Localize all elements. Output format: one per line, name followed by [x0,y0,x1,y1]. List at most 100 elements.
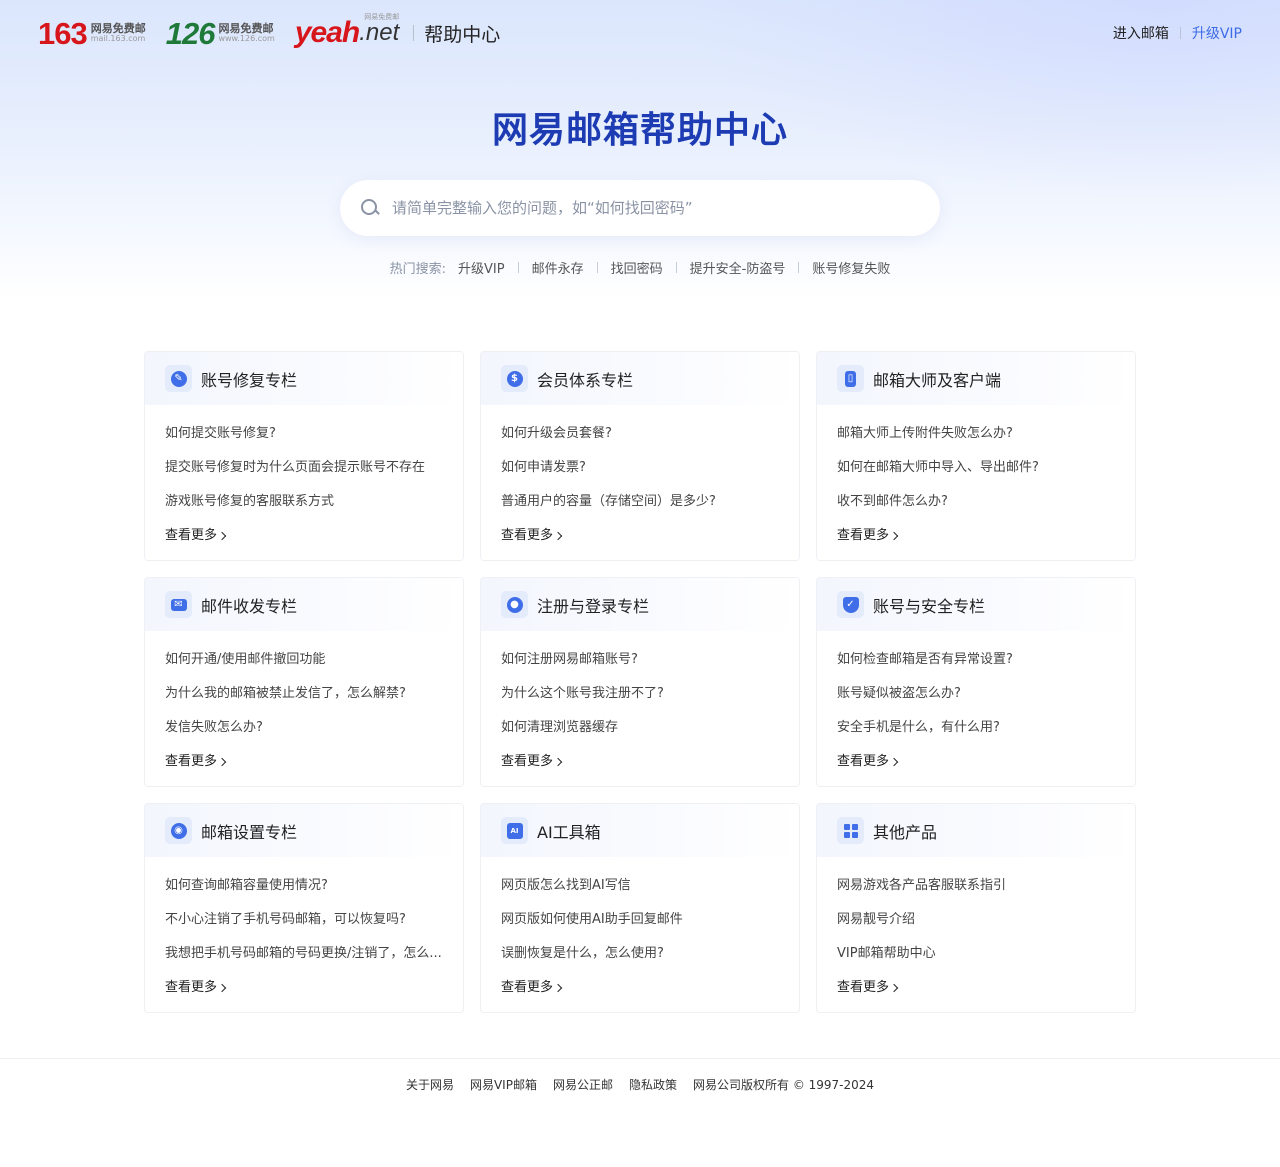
faq-link[interactable]: 如何查询邮箱容量使用情况? [165,869,443,903]
faq-link[interactable]: 网易靓号介绍 [837,903,1115,937]
hot-search-item[interactable]: 邮件永存 [532,258,584,277]
logo-yeah-net[interactable]: yeah .net 网易免费邮 [295,13,399,50]
wrench-icon: ✎ [165,365,192,392]
faq-link[interactable]: 如何在邮箱大师中导入、导出邮件? [837,451,1115,485]
chevron-right-icon [553,757,563,767]
faq-link[interactable]: 网页版如何使用AI助手回复邮件 [501,903,779,937]
faq-link[interactable]: 误删恢复是什么，怎么使用? [501,937,779,971]
card-header[interactable]: AI AI工具箱 [481,804,799,857]
faq-link[interactable]: 如何注册网易邮箱账号? [501,643,779,677]
card-header[interactable]: $ 会员体系专栏 [481,352,799,405]
faq-link[interactable]: 收不到邮件怎么办? [837,485,1115,519]
search-input[interactable] [392,199,940,217]
hot-search-label: 热门搜索: [389,262,447,277]
footer: 关于网易 网易VIP邮箱 网易公正邮 隐私政策 网易公司版权所有 © 1997-… [0,1058,1280,1093]
card-title: 其他产品 [873,822,938,842]
view-more-link[interactable]: 查看更多 [837,519,1115,553]
header-divider [413,25,415,41]
grid-icon [837,817,864,844]
header-nav: 进入邮箱 升级VIP [1113,23,1242,43]
faq-link[interactable]: 安全手机是什么，有什么用? [837,711,1115,745]
view-more-link[interactable]: 查看更多 [501,519,779,553]
view-more-link[interactable]: 查看更多 [165,745,443,779]
faq-link[interactable]: 发信失败怎么办? [165,711,443,745]
faq-link[interactable]: 普通用户的容量（存储空间）是多少? [501,485,779,519]
view-more-link[interactable]: 查看更多 [165,971,443,1005]
hot-divider [517,262,519,273]
card-header[interactable]: ● 注册与登录专栏 [481,578,799,631]
topic-card: 其他产品 网易游戏各产品客服联系指引 网易靓号介绍 VIP邮箱帮助中心 查看更多 [816,803,1136,1013]
footer-link-about[interactable]: 关于网易 [406,1076,454,1093]
chevron-right-icon [217,531,227,541]
search-icon[interactable] [360,198,380,218]
hot-divider [596,262,598,273]
faq-link[interactable]: 我想把手机号码邮箱的号码更换/注销了，怎么... [165,937,443,971]
faq-link[interactable]: 不小心注销了手机号码邮箱，可以恢复吗? [165,903,443,937]
view-more-link[interactable]: 查看更多 [501,745,779,779]
user-icon: ● [501,591,528,618]
view-more-link[interactable]: 查看更多 [165,519,443,553]
faq-link[interactable]: 如何清理浏览器缓存 [501,711,779,745]
faq-link[interactable]: 网页版怎么找到AI写信 [501,869,779,903]
faq-link[interactable]: 为什么我的邮箱被禁止发信了，怎么解禁? [165,677,443,711]
faq-link[interactable]: 如何升级会员套餐? [501,417,779,451]
footer-link-privacy[interactable]: 隐私政策 [629,1076,677,1093]
view-more-link[interactable]: 查看更多 [501,971,779,1005]
topic-card: ▯ 邮箱大师及客户端 邮箱大师上传附件失败怎么办? 如何在邮箱大师中导入、导出邮… [816,351,1136,561]
card-header[interactable]: 其他产品 [817,804,1135,857]
faq-link[interactable]: 游戏账号修复的客服联系方式 [165,485,443,519]
envelope-icon: ✉ [165,591,192,618]
search-box [340,180,940,236]
card-header[interactable]: ✓ 账号与安全专栏 [817,578,1135,631]
hot-search-item[interactable]: 提升安全-防盗号 [690,258,786,277]
topic-card: ✉ 邮件收发专栏 如何开通/使用邮件撤回功能 为什么我的邮箱被禁止发信了，怎么解… [144,577,464,787]
upgrade-vip-link[interactable]: 升级VIP [1192,23,1242,43]
topic-card: ✎ 账号修复专栏 如何提交账号修复? 提交账号修复时为什么页面会提示账号不存在 … [144,351,464,561]
chevron-right-icon [553,983,563,993]
faq-link[interactable]: 为什么这个账号我注册不了? [501,677,779,711]
card-title: 账号修复专栏 [201,370,298,390]
chevron-right-icon [553,531,563,541]
faq-link[interactable]: 提交账号修复时为什么页面会提示账号不存在 [165,451,443,485]
hot-search-item[interactable]: 找回密码 [611,258,663,277]
hot-search-item[interactable]: 账号修复失败 [812,258,890,277]
card-header[interactable]: ◉ 邮箱设置专栏 [145,804,463,857]
topic-card: ✓ 账号与安全专栏 如何检查邮箱是否有异常设置? 账号疑似被盗怎么办? 安全手机… [816,577,1136,787]
hot-searches: 热门搜索: 升级VIP 邮件永存 找回密码 提升安全-防盗号 账号修复失败 [0,258,1280,277]
faq-link[interactable]: 邮箱大师上传附件失败怎么办? [837,417,1115,451]
card-title: 邮箱设置专栏 [201,822,298,842]
copyright: 网易公司版权所有 © 1997-2024 [693,1078,875,1092]
view-more-link[interactable]: 查看更多 [837,971,1115,1005]
dollar-icon: $ [501,365,528,392]
faq-link[interactable]: 如何申请发票? [501,451,779,485]
faq-link[interactable]: 如何提交账号修复? [165,417,443,451]
chevron-right-icon [889,531,899,541]
footer-link-vip-mail[interactable]: 网易VIP邮箱 [470,1076,537,1093]
faq-link[interactable]: 账号疑似被盗怎么办? [837,677,1115,711]
faq-link[interactable]: VIP邮箱帮助中心 [837,937,1115,971]
logo-group: 163 网易免费邮 mail.163.com 126 网易免费邮 www.126… [38,13,500,50]
footer-link-gongzheng[interactable]: 网易公正邮 [553,1076,613,1093]
faq-link[interactable]: 如何开通/使用邮件撤回功能 [165,643,443,677]
logo-126[interactable]: 126 网易免费邮 www.126.com [166,18,275,49]
enter-mailbox-link[interactable]: 进入邮箱 [1113,23,1169,43]
view-more-link[interactable]: 查看更多 [837,745,1115,779]
card-header[interactable]: ▯ 邮箱大师及客户端 [817,352,1135,405]
faq-link[interactable]: 网易游戏各产品客服联系指引 [837,869,1115,903]
topic-card: AI AI工具箱 网页版怎么找到AI写信 网页版如何使用AI助手回复邮件 误删恢… [480,803,800,1013]
card-header[interactable]: ✉ 邮件收发专栏 [145,578,463,631]
hot-search-item[interactable]: 升级VIP [458,258,505,277]
phone-icon: ▯ [837,365,864,392]
chevron-right-icon [889,757,899,767]
faq-link[interactable]: 如何检查邮箱是否有异常设置? [837,643,1115,677]
chevron-right-icon [217,757,227,767]
header: 163 网易免费邮 mail.163.com 126 网易免费邮 www.126… [0,0,1280,66]
nav-divider [1179,27,1181,39]
card-header[interactable]: ✎ 账号修复专栏 [145,352,463,405]
chevron-right-icon [889,983,899,993]
topic-grid: ✎ 账号修复专栏 如何提交账号修复? 提交账号修复时为什么页面会提示账号不存在 … [144,351,1136,1013]
logo-163[interactable]: 163 网易免费邮 mail.163.com [38,18,146,49]
topic-card: $ 会员体系专栏 如何升级会员套餐? 如何申请发票? 普通用户的容量（存储空间）… [480,351,800,561]
page-title: 网易邮箱帮助中心 [491,110,788,151]
card-title: 邮箱大师及客户端 [873,370,1002,390]
